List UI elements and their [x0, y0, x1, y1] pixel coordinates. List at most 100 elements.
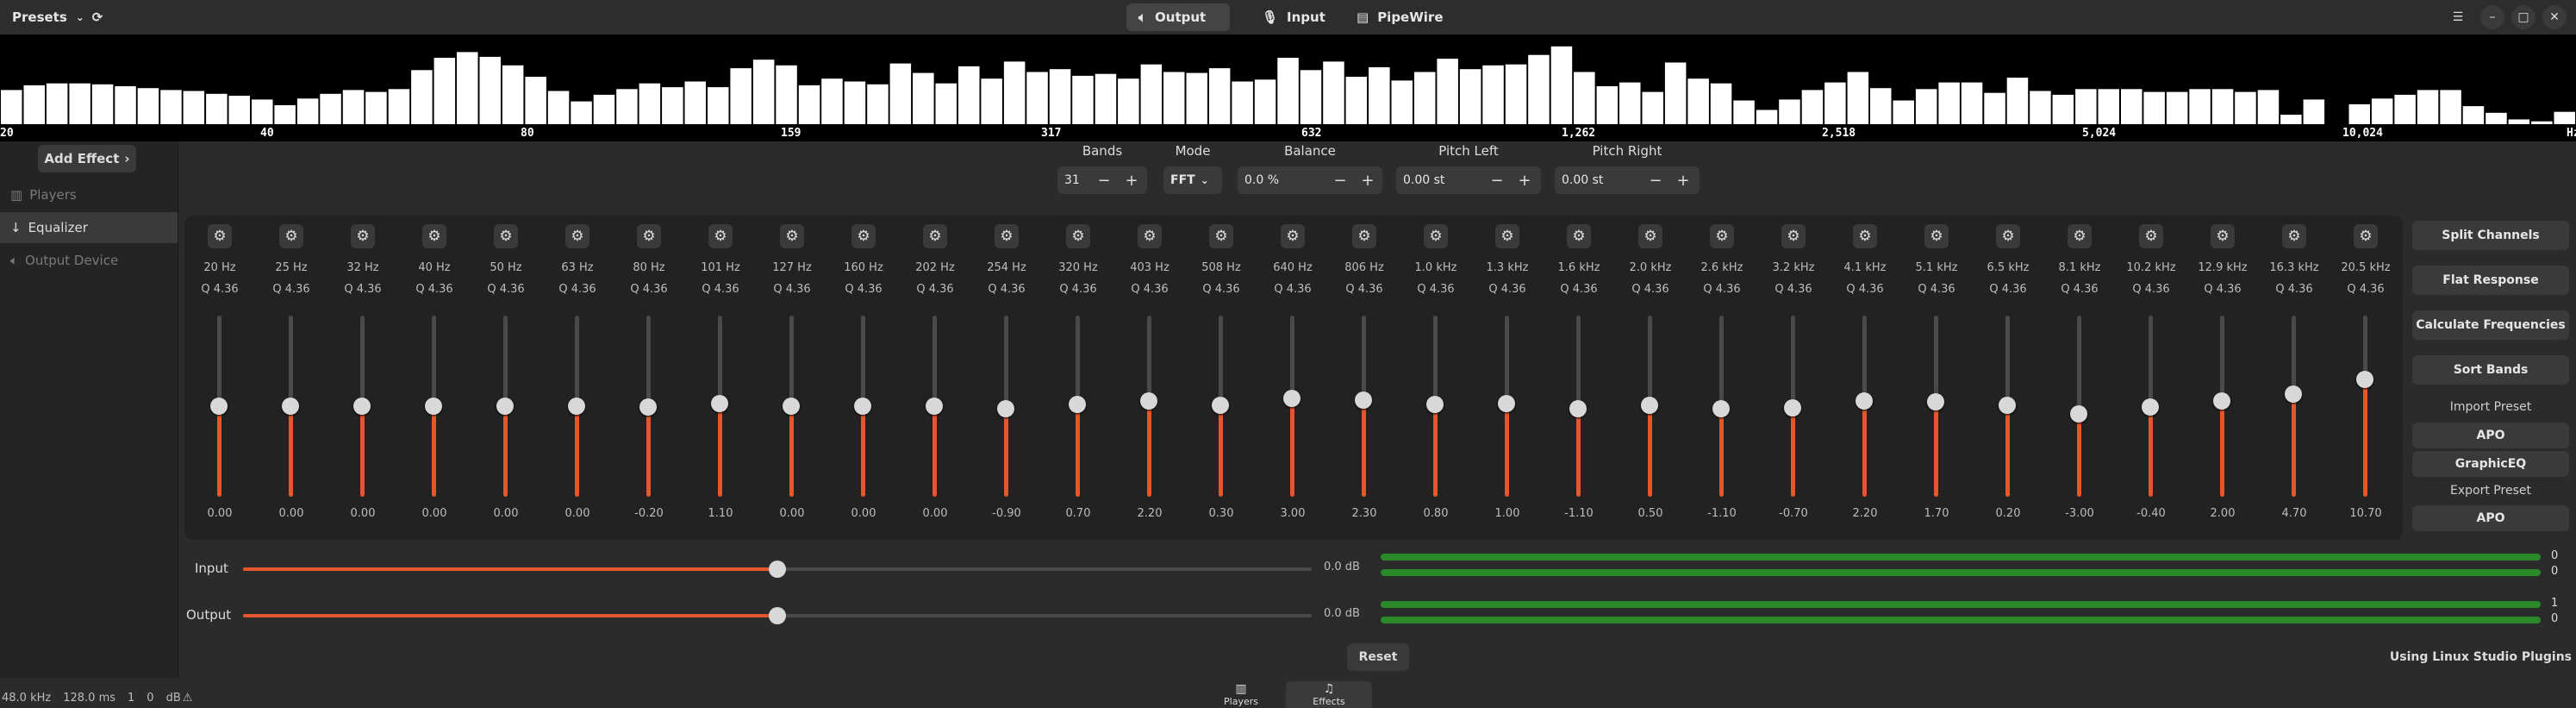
import-graphiceq-button[interactable]: GraphicEQ	[2412, 451, 2569, 477]
band-gain-handle[interactable]	[2142, 398, 2159, 417]
output-gain-handle[interactable]	[769, 607, 786, 624]
bottom-tab-players[interactable]: ▥ Players	[1198, 681, 1284, 708]
band-settings-button[interactable]: ⚙	[1424, 224, 1448, 248]
pitch-right-increment-button[interactable]: +	[1670, 166, 1696, 194]
band-gain-handle[interactable]	[1641, 396, 1658, 414]
maximize-button[interactable]: □	[2511, 5, 2535, 29]
band-settings-button[interactable]: ⚙	[1066, 224, 1090, 248]
band-gain-handle[interactable]	[2285, 385, 2302, 404]
band-settings-button[interactable]: ⚙	[279, 224, 303, 248]
band-settings-button[interactable]: ⚙	[351, 224, 375, 248]
band-gain-handle[interactable]	[210, 398, 228, 415]
band-gain-handle[interactable]	[496, 398, 514, 415]
band-settings-button[interactable]: ⚙	[1853, 224, 1877, 248]
minimize-button[interactable]: –	[2480, 5, 2504, 29]
reset-button[interactable]: Reset	[1347, 643, 1409, 671]
band-settings-button[interactable]: ⚙	[1710, 224, 1734, 248]
export-apo-button[interactable]: APO	[2412, 505, 2569, 531]
band-gain-value: 2.00	[2210, 507, 2236, 520]
band-settings-button[interactable]: ⚙	[208, 224, 232, 248]
balance-decrement-button[interactable]: −	[1327, 166, 1353, 194]
sidebar-item-players[interactable]: ▥ Players	[0, 179, 178, 210]
band-gain-handle[interactable]	[1784, 399, 1801, 417]
gear-icon: ⚙	[857, 228, 870, 245]
band-settings-button[interactable]: ⚙	[2139, 224, 2163, 248]
band-gain-handle[interactable]	[1283, 390, 1300, 408]
band-gain-handle[interactable]	[1999, 397, 2016, 415]
sidebar-item-equalizer[interactable]: ↓ Equalizer	[0, 212, 178, 243]
band-settings-button[interactable]: ⚙	[1209, 224, 1233, 248]
band-settings-button[interactable]: ⚙	[2354, 224, 2378, 248]
band-settings-button[interactable]: ⚙	[637, 224, 661, 248]
band-gain-handle[interactable]	[639, 398, 657, 416]
main-menu-button[interactable]: ☰	[2446, 5, 2470, 29]
band-settings-button[interactable]: ⚙	[708, 224, 733, 248]
band-gain-handle[interactable]	[1140, 392, 1157, 410]
band-settings-button[interactable]: ⚙	[780, 224, 804, 248]
band-settings-button[interactable]: ⚙	[1138, 224, 1162, 248]
bands-increment-button[interactable]: +	[1119, 166, 1145, 194]
band-gain-handle[interactable]	[1355, 392, 1372, 410]
band-settings-button[interactable]: ⚙	[1781, 224, 1806, 248]
band-gain-handle[interactable]	[1069, 395, 1086, 413]
add-effect-button[interactable]: Add Effect ›	[38, 145, 136, 172]
pitch-right-decrement-button[interactable]: −	[1643, 166, 1668, 194]
band-gain-handle[interactable]	[1569, 400, 1587, 418]
balance-increment-button[interactable]: +	[1355, 166, 1381, 194]
band-settings-button[interactable]: ⚙	[851, 224, 876, 248]
input-gain-handle[interactable]	[769, 561, 786, 578]
band-gain-handle[interactable]	[926, 398, 943, 415]
sort-bands-button[interactable]: Sort Bands	[2412, 355, 2569, 385]
band-settings-button[interactable]: ⚙	[1996, 224, 2020, 248]
band-settings-button[interactable]: ⚙	[2282, 224, 2306, 248]
minus-icon: −	[1097, 171, 1111, 190]
tab-output[interactable]: 🔈︎ Output	[1126, 3, 1230, 31]
band-gain-handle[interactable]	[2213, 392, 2230, 410]
pitch-left-increment-button[interactable]: +	[1512, 166, 1537, 194]
band-gain-handle[interactable]	[1927, 393, 1944, 411]
band-settings-button[interactable]: ⚙	[422, 224, 446, 248]
sidebar-item-output-device[interactable]: 🔈︎ Output Device	[0, 245, 178, 276]
import-graphiceq-label: GraphicEQ	[2454, 457, 2527, 471]
band-gain-handle[interactable]	[711, 394, 728, 412]
band-gain-handle[interactable]	[568, 398, 585, 415]
band-settings-button[interactable]: ⚙	[2211, 224, 2235, 248]
band-settings-button[interactable]: ⚙	[995, 224, 1019, 248]
bands-decrement-button[interactable]: −	[1091, 166, 1117, 194]
calculate-frequencies-button[interactable]: Calculate Frequencies	[2412, 310, 2569, 340]
band-gain-handle[interactable]	[1426, 395, 1444, 413]
band-settings-button[interactable]: ⚙	[1281, 224, 1305, 248]
band-settings-button[interactable]: ⚙	[2068, 224, 2092, 248]
band-gain-handle[interactable]	[854, 398, 871, 415]
band-settings-button[interactable]: ⚙	[1924, 224, 1949, 248]
band-settings-button[interactable]: ⚙	[1352, 224, 1376, 248]
band-settings-button[interactable]: ⚙	[923, 224, 947, 248]
band-settings-button[interactable]: ⚙	[1567, 224, 1591, 248]
band-gain-handle[interactable]	[353, 398, 371, 415]
band-settings-button[interactable]: ⚙	[1495, 224, 1519, 248]
band-gain-handle[interactable]	[425, 398, 442, 415]
band-gain-handle[interactable]	[1856, 392, 1873, 410]
band-frequency: 16.3 kHz	[2269, 261, 2319, 274]
band-gain-handle[interactable]	[1712, 400, 1730, 418]
flat-response-button[interactable]: Flat Response	[2412, 266, 2569, 295]
band-gain-handle[interactable]	[282, 398, 299, 415]
band-gain-handle[interactable]	[2070, 404, 2087, 423]
split-channels-button[interactable]: Split Channels	[2412, 221, 2569, 250]
import-apo-button[interactable]: APO	[2412, 423, 2569, 448]
band-gain-handle[interactable]	[997, 399, 1014, 417]
mode-dropdown[interactable]: FFT ⌄	[1163, 166, 1222, 194]
band-gain-handle[interactable]	[1498, 395, 1515, 413]
close-button[interactable]: ✕	[2542, 5, 2567, 29]
band-gain-handle[interactable]	[1212, 397, 1229, 415]
band-settings-button[interactable]: ⚙	[494, 224, 518, 248]
band-settings-button[interactable]: ⚙	[1638, 224, 1662, 248]
band-gain-handle[interactable]	[783, 398, 800, 415]
refresh-button[interactable]: ⟳	[83, 3, 112, 31]
tab-pipewire[interactable]: ▤ PipeWire	[1344, 3, 1456, 31]
pitch-left-decrement-button[interactable]: −	[1484, 166, 1510, 194]
band-settings-button[interactable]: ⚙	[565, 224, 589, 248]
bottom-tab-effects[interactable]: ♫ Effects	[1286, 681, 1372, 708]
tab-input[interactable]: 🎙︎ Input	[1250, 3, 1336, 31]
band-gain-handle[interactable]	[2356, 370, 2373, 388]
